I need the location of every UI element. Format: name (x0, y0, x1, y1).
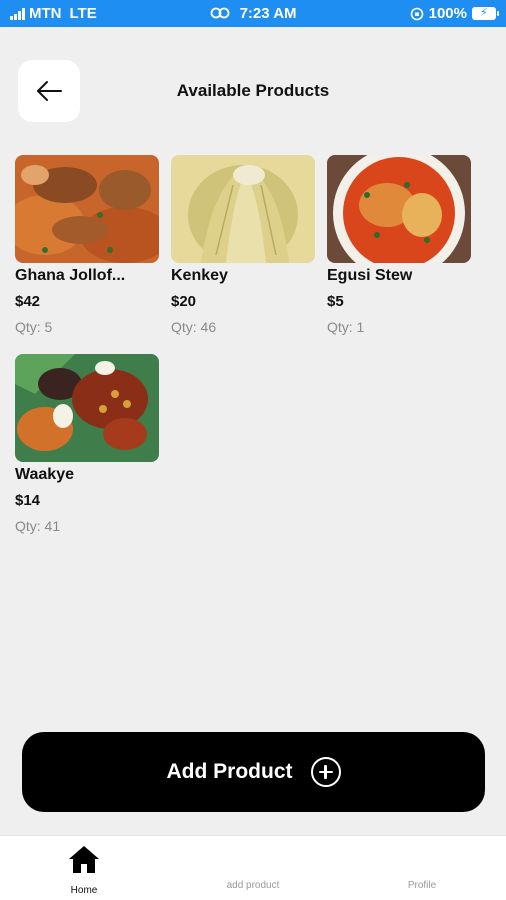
product-image-kenkey (171, 155, 315, 263)
product-price: $20 (171, 293, 197, 310)
product-qty: Qty: 46 (171, 319, 217, 335)
home-icon (69, 846, 99, 873)
product-price: $5 (327, 293, 344, 310)
bottom-tabbar: Home add product Profile (0, 835, 506, 900)
tab-home[interactable]: Home (24, 844, 144, 896)
product-price: $14 (15, 492, 41, 509)
product-card-waakye[interactable]: Waakye $14 Qty: 41 (15, 354, 159, 534)
product-name: Ghana Jollof... (15, 267, 126, 284)
product-card-kenkey[interactable]: Kenkey $20 Qty: 46 (171, 155, 315, 335)
status-right: 100% ⚡ (410, 5, 499, 22)
battery-charging-icon: ⚡ (472, 7, 499, 20)
product-qty: Qty: 5 (15, 319, 53, 335)
hotspot-icon (211, 7, 230, 19)
add-product-label: Add Product (166, 760, 293, 783)
plus-circle-icon (310, 757, 341, 787)
status-time: 7:23 AM (239, 5, 297, 22)
product-name: Egusi Stew (327, 267, 413, 284)
product-name: Kenkey (171, 267, 228, 284)
add-product-button[interactable]: Add Product (22, 732, 485, 812)
product-image-jollof (15, 155, 159, 263)
product-card-jollof[interactable]: Ghana Jollof... $42 Qty: 5 (15, 155, 159, 335)
page-title: Available Products (176, 81, 330, 100)
tab-profile-label: Profile (407, 880, 437, 891)
product-qty: Qty: 41 (15, 518, 61, 534)
orientation-lock-icon (410, 7, 423, 20)
product-qty: Qty: 1 (327, 319, 365, 335)
tab-add-product[interactable]: add product (193, 844, 313, 891)
battery-percent: 100% (428, 5, 467, 22)
tab-profile[interactable]: Profile (362, 844, 482, 891)
header: Available Products (0, 60, 506, 122)
product-name: Waakye (15, 466, 74, 483)
tab-home-label: Home (70, 885, 98, 896)
product-card-egusi[interactable]: Egusi Stew $5 Qty: 1 (327, 155, 471, 335)
status-bar: MTN LTE 7:23 AM 100% ⚡ (0, 0, 506, 27)
tab-add-product-label: add product (226, 880, 280, 891)
product-image-egusi (327, 155, 471, 263)
product-image-waakye (15, 354, 159, 462)
product-price: $42 (15, 293, 41, 310)
